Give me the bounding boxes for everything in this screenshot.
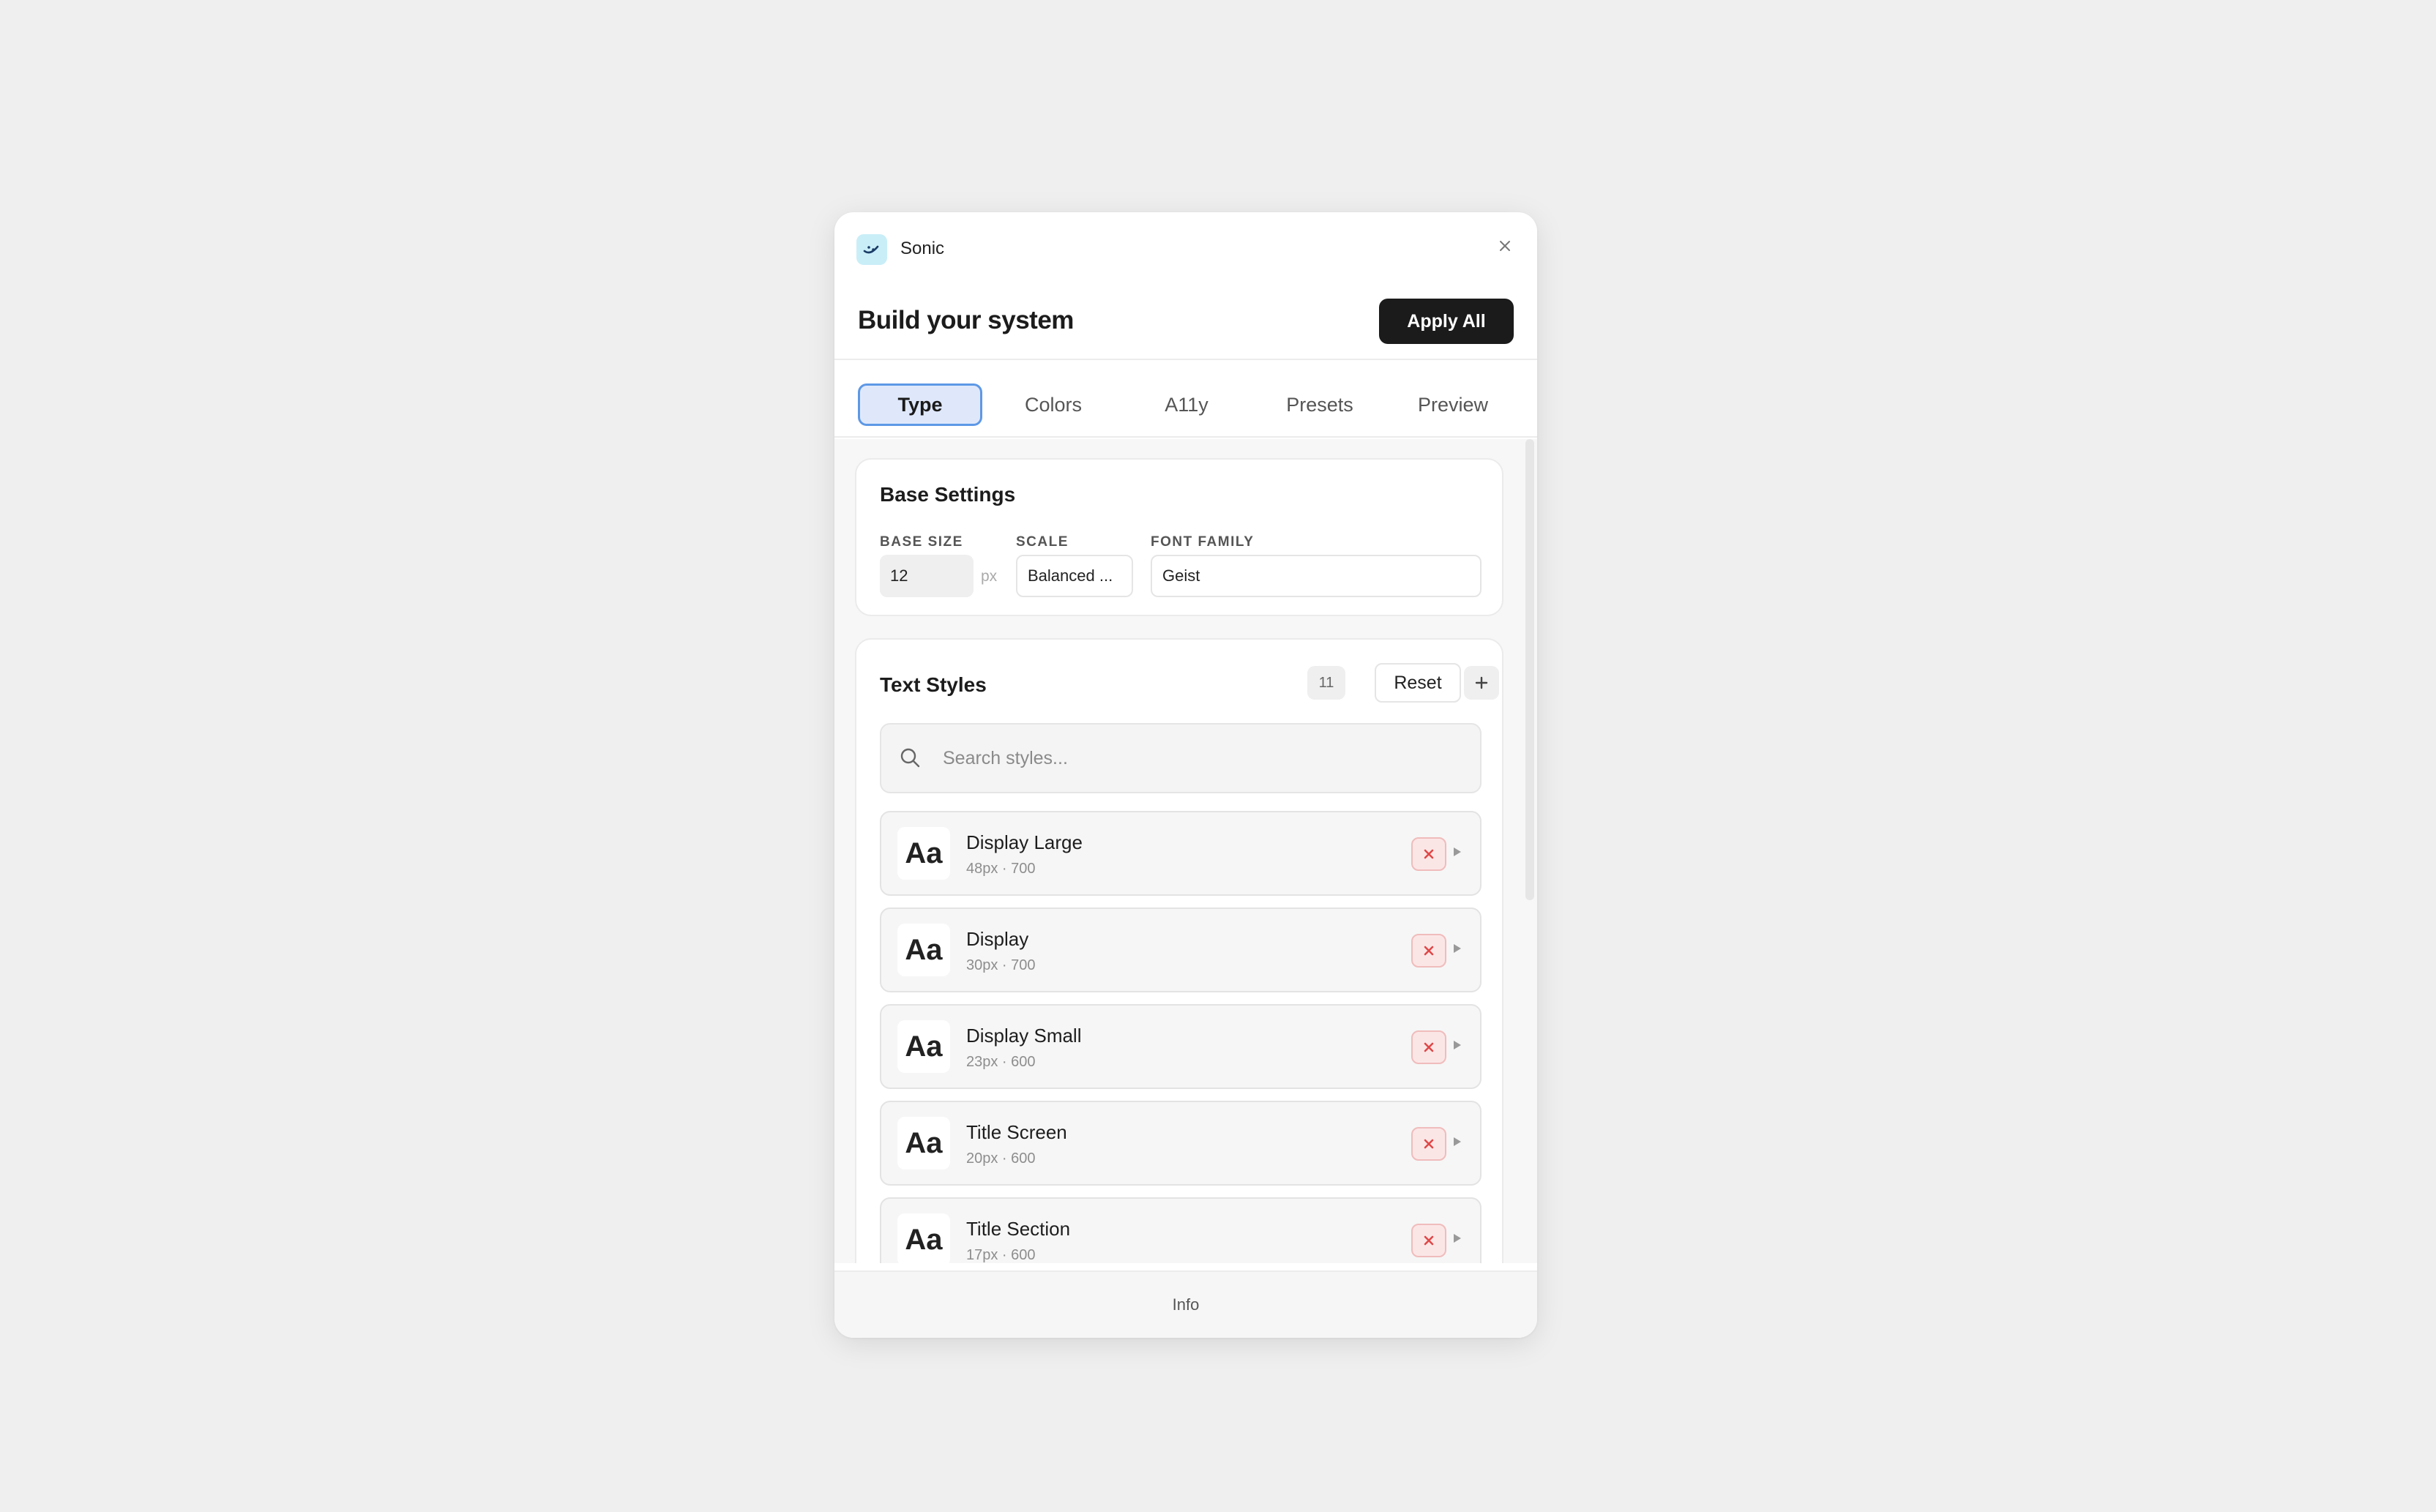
tab-presets[interactable]: Presets bbox=[1258, 383, 1382, 426]
remove-style-button[interactable] bbox=[1411, 1224, 1446, 1257]
styles-count-badge: 11 bbox=[1307, 666, 1345, 700]
scale-label: SCALE bbox=[1016, 534, 1069, 550]
tab-type[interactable]: Type bbox=[858, 383, 982, 426]
style-name: Title Screen bbox=[966, 1121, 1067, 1143]
footer: Info bbox=[834, 1270, 1537, 1338]
reset-button[interactable]: Reset bbox=[1375, 663, 1461, 703]
app-name: Sonic bbox=[900, 239, 945, 258]
chevron-right-icon[interactable] bbox=[1452, 1039, 1462, 1051]
style-name: Display Small bbox=[966, 1025, 1082, 1047]
type-preview: Aa bbox=[897, 827, 950, 880]
close-icon bbox=[1500, 241, 1510, 251]
style-name: Display Large bbox=[966, 831, 1083, 853]
style-name: Display bbox=[966, 928, 1029, 950]
type-preview: Aa bbox=[897, 1213, 950, 1263]
plus-icon bbox=[1475, 676, 1488, 689]
close-icon bbox=[1424, 1235, 1434, 1246]
base-settings-card: Base Settings BASE SIZE 12 px SCALE Bala… bbox=[855, 458, 1503, 616]
font-family-input[interactable]: Geist bbox=[1151, 555, 1482, 597]
list-item[interactable]: Aa Display Small 23px · 600 bbox=[880, 1004, 1482, 1089]
tab-bar: Type Colors A11y Presets Preview bbox=[834, 362, 1537, 438]
list-item[interactable]: Aa Display Large 48px · 700 bbox=[880, 811, 1482, 896]
type-preview: Aa bbox=[897, 924, 950, 976]
chevron-right-icon[interactable] bbox=[1452, 1232, 1462, 1244]
style-meta: 30px · 700 bbox=[966, 957, 1036, 973]
add-style-button[interactable] bbox=[1464, 666, 1499, 700]
search-input[interactable] bbox=[943, 744, 1455, 773]
style-meta: 48px · 700 bbox=[966, 861, 1036, 877]
list-item[interactable]: Aa Display 30px · 700 bbox=[880, 907, 1482, 992]
sonic-logo-icon bbox=[856, 234, 887, 265]
info-link[interactable]: Info bbox=[1173, 1295, 1200, 1314]
tab-a11y[interactable]: A11y bbox=[1124, 383, 1249, 426]
close-icon bbox=[1424, 946, 1434, 956]
chevron-right-icon[interactable] bbox=[1452, 846, 1462, 858]
header: Build your system Apply All bbox=[834, 281, 1537, 360]
content-area: Base Settings BASE SIZE 12 px SCALE Bala… bbox=[834, 439, 1537, 1263]
text-styles-title: Text Styles bbox=[880, 673, 987, 696]
style-meta: 23px · 600 bbox=[966, 1054, 1036, 1070]
type-preview: Aa bbox=[897, 1117, 950, 1169]
scrollbar[interactable] bbox=[1525, 439, 1534, 900]
page-title: Build your system bbox=[858, 306, 1074, 334]
base-size-unit: px bbox=[981, 568, 998, 585]
type-preview: Aa bbox=[897, 1020, 950, 1073]
close-button[interactable] bbox=[1492, 233, 1518, 259]
search-box[interactable] bbox=[880, 723, 1482, 793]
remove-style-button[interactable] bbox=[1411, 1030, 1446, 1064]
scale-select[interactable]: Balanced ... bbox=[1016, 555, 1133, 597]
style-meta: 17px · 600 bbox=[966, 1247, 1036, 1263]
titlebar: Sonic bbox=[834, 212, 1537, 281]
style-meta: 20px · 600 bbox=[966, 1150, 1036, 1167]
remove-style-button[interactable] bbox=[1411, 837, 1446, 871]
base-size-label: BASE SIZE bbox=[880, 534, 963, 550]
style-name: Title Section bbox=[966, 1218, 1071, 1240]
sonic-panel: Sonic Build your system Apply All Type C… bbox=[834, 212, 1537, 1338]
text-styles-card: Text Styles 11 Reset Aa Display Large 48… bbox=[855, 638, 1503, 1263]
apply-all-button[interactable]: Apply All bbox=[1379, 299, 1514, 344]
list-item[interactable]: Aa Title Section 17px · 600 bbox=[880, 1197, 1482, 1263]
chevron-right-icon[interactable] bbox=[1452, 1136, 1462, 1148]
search-icon bbox=[900, 748, 920, 768]
base-settings-title: Base Settings bbox=[880, 483, 1016, 506]
base-size-input[interactable]: 12 bbox=[880, 555, 974, 597]
close-icon bbox=[1424, 1139, 1434, 1149]
list-item[interactable]: Aa Title Screen 20px · 600 bbox=[880, 1101, 1482, 1186]
chevron-right-icon[interactable] bbox=[1452, 943, 1462, 954]
remove-style-button[interactable] bbox=[1411, 1127, 1446, 1161]
close-icon bbox=[1424, 849, 1434, 859]
font-family-label: FONT FAMILY bbox=[1151, 534, 1255, 550]
tab-preview[interactable]: Preview bbox=[1391, 383, 1515, 426]
tab-colors[interactable]: Colors bbox=[991, 383, 1116, 426]
close-icon bbox=[1424, 1042, 1434, 1052]
remove-style-button[interactable] bbox=[1411, 934, 1446, 968]
